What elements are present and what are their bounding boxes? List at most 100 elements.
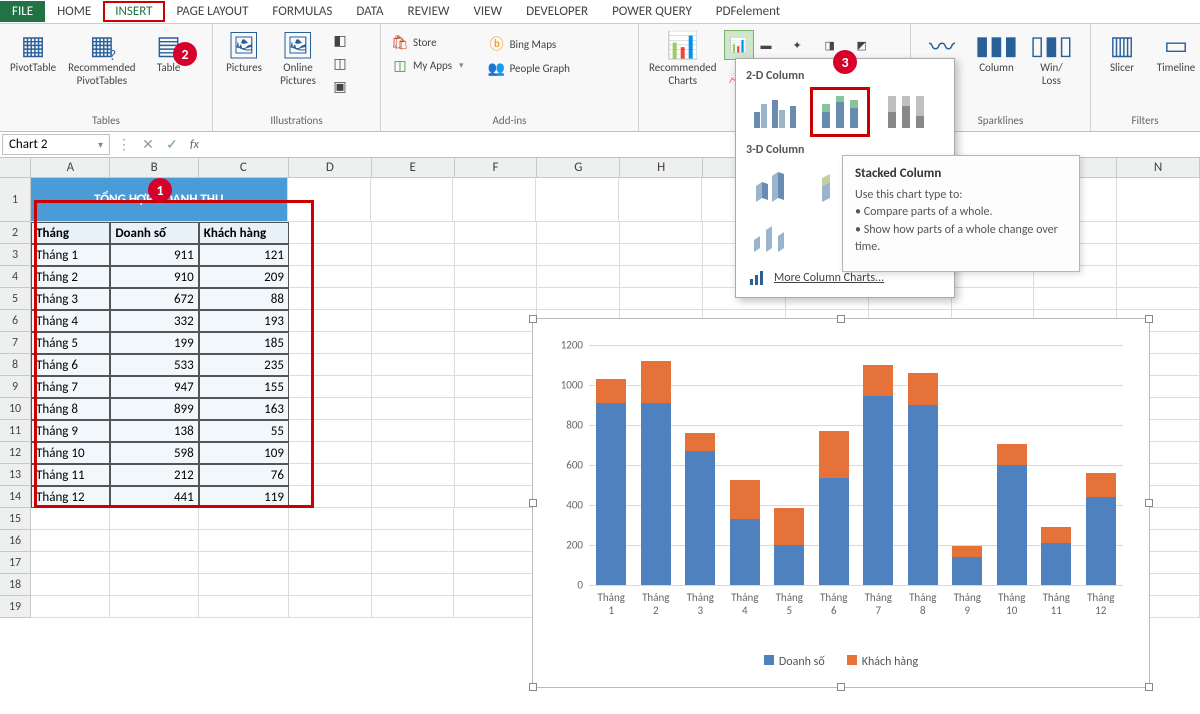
- cell[interactable]: Tháng 2: [31, 266, 110, 288]
- cell[interactable]: 598: [110, 442, 198, 464]
- cell[interactable]: [1117, 178, 1200, 222]
- chart-bar[interactable]: [596, 345, 626, 585]
- column-header[interactable]: A: [31, 158, 110, 178]
- row-header[interactable]: 7: [0, 332, 31, 354]
- chart-stacked-column[interactable]: [810, 87, 870, 137]
- tab-insert[interactable]: INSERT: [103, 1, 164, 22]
- cell[interactable]: [620, 266, 703, 288]
- chart-bar[interactable]: [1086, 345, 1116, 585]
- cell[interactable]: [372, 420, 455, 442]
- chart-100-stacked-column[interactable]: [876, 87, 936, 137]
- cell[interactable]: [619, 178, 702, 222]
- cell[interactable]: [372, 464, 455, 486]
- chart-bar[interactable]: [1041, 345, 1071, 585]
- cell[interactable]: [110, 508, 198, 530]
- row-header[interactable]: 12: [0, 442, 31, 464]
- cell[interactable]: [372, 310, 455, 332]
- column-header[interactable]: D: [289, 158, 372, 178]
- cell[interactable]: Tháng 4: [31, 310, 110, 332]
- chart-bar[interactable]: [730, 345, 760, 585]
- cell[interactable]: [372, 508, 455, 530]
- online-pictures-button[interactable]: 🖼 Online Pictures: [273, 26, 323, 89]
- cell[interactable]: 212: [110, 464, 198, 486]
- cell[interactable]: [31, 574, 110, 596]
- chart-bar[interactable]: [952, 345, 982, 585]
- cell[interactable]: [1117, 244, 1200, 266]
- cell[interactable]: [372, 596, 455, 618]
- cell[interactable]: [372, 332, 455, 354]
- cell[interactable]: [536, 178, 619, 222]
- cell[interactable]: [289, 420, 372, 442]
- formula-input[interactable]: [205, 134, 1200, 156]
- column-header[interactable]: N: [1117, 158, 1200, 178]
- cell[interactable]: [952, 288, 1035, 310]
- chart-bar[interactable]: [863, 345, 893, 585]
- cell[interactable]: [289, 442, 372, 464]
- cell[interactable]: [620, 288, 703, 310]
- cell[interactable]: [288, 178, 371, 222]
- cell[interactable]: 55: [199, 420, 289, 442]
- cell[interactable]: [455, 376, 538, 398]
- cell[interactable]: [372, 266, 455, 288]
- chart-bar[interactable]: [908, 345, 938, 585]
- bar-chart-button[interactable]: ▬: [756, 30, 786, 60]
- cell[interactable]: Tháng 10: [31, 442, 110, 464]
- chart-3d-clustered[interactable]: [744, 161, 804, 211]
- cell[interactable]: [454, 508, 537, 530]
- cell[interactable]: [372, 288, 455, 310]
- cell[interactable]: 911: [110, 244, 198, 266]
- cell[interactable]: [620, 222, 703, 244]
- cell[interactable]: [1117, 288, 1200, 310]
- cell[interactable]: 76: [199, 464, 289, 486]
- column-chart-button[interactable]: 📊: [724, 30, 754, 60]
- slicer-button[interactable]: ▥Slicer: [1097, 26, 1147, 77]
- cell[interactable]: Tháng 8: [31, 398, 110, 420]
- cell[interactable]: [199, 574, 289, 596]
- cell[interactable]: 209: [199, 266, 289, 288]
- stock-chart-button[interactable]: ✦: [788, 30, 818, 60]
- bing-maps-button[interactable]: ⓑBing Maps: [484, 32, 574, 56]
- cell[interactable]: Khách hàng: [199, 222, 289, 244]
- cell[interactable]: [455, 266, 538, 288]
- cell[interactable]: [372, 552, 455, 574]
- cell[interactable]: [455, 288, 538, 310]
- cell[interactable]: [372, 354, 455, 376]
- row-header[interactable]: 4: [0, 266, 31, 288]
- cell[interactable]: 138: [110, 420, 198, 442]
- chart-bar[interactable]: [997, 345, 1027, 585]
- cell[interactable]: Tháng 3: [31, 288, 110, 310]
- cell[interactable]: 163: [199, 398, 289, 420]
- cell[interactable]: [110, 530, 198, 552]
- cell[interactable]: [454, 596, 537, 618]
- my-apps-button[interactable]: ◫My Apps▾: [387, 55, 468, 76]
- cell[interactable]: [455, 442, 538, 464]
- cell[interactable]: 199: [110, 332, 198, 354]
- column-header[interactable]: E: [372, 158, 455, 178]
- people-graph-button[interactable]: 👥People Graph: [484, 58, 574, 79]
- cell[interactable]: [372, 244, 455, 266]
- pictures-button[interactable]: 🖼 Pictures: [219, 26, 269, 77]
- pivottable-button[interactable]: ▦ PivotTable: [6, 26, 60, 77]
- cell[interactable]: [199, 552, 289, 574]
- column-header[interactable]: C: [199, 158, 289, 178]
- row-header[interactable]: 17: [0, 552, 31, 574]
- cell[interactable]: [455, 222, 538, 244]
- cell[interactable]: [455, 310, 538, 332]
- chart-bar[interactable]: [774, 345, 804, 585]
- cell[interactable]: [372, 222, 455, 244]
- row-header[interactable]: 1: [0, 178, 31, 222]
- row-header[interactable]: 5: [0, 288, 31, 310]
- cell[interactable]: [372, 376, 455, 398]
- name-box[interactable]: Chart 2▾: [2, 134, 110, 155]
- cell[interactable]: [372, 442, 455, 464]
- cell[interactable]: [454, 530, 537, 552]
- cell[interactable]: [110, 574, 198, 596]
- cell[interactable]: [31, 552, 110, 574]
- cell[interactable]: [371, 178, 454, 222]
- cell[interactable]: [110, 552, 198, 574]
- column-header[interactable]: H: [620, 158, 703, 178]
- cell[interactable]: [199, 596, 289, 618]
- timeline-button[interactable]: ▭Timeline: [1151, 26, 1200, 77]
- cell[interactable]: 155: [199, 376, 289, 398]
- cell[interactable]: 672: [110, 288, 198, 310]
